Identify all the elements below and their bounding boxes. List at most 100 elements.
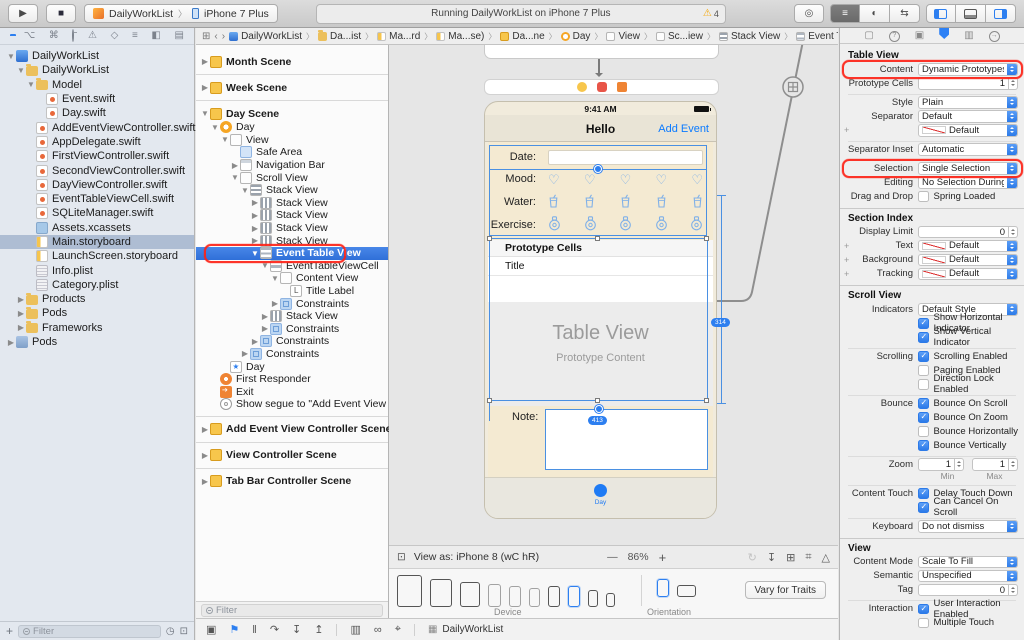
back-button[interactable]: ‹ (214, 31, 217, 42)
file-row-sqlitemanager-swift[interactable]: SQLiteManager.swift (0, 206, 194, 220)
disclosure-arrow[interactable]: ▶ (16, 309, 26, 318)
table-height-constraint-badge[interactable]: 314 (711, 318, 730, 327)
scheme-selector[interactable]: DailyWorkList 〉 iPhone 7 Plus (84, 4, 278, 23)
file-row-dailyworklist[interactable]: ▼ DailyWorkList (0, 49, 194, 63)
circle-button[interactable]: ◎ (793, 4, 824, 23)
disclosure-arrow[interactable]: ▶ (16, 323, 26, 332)
version-editor-button[interactable]: ⇆ (889, 4, 920, 23)
file-row-secondviewcontroller-swift[interactable]: SecondViewController.swift (0, 163, 194, 177)
file-row-day-swift[interactable]: Day.swift (0, 106, 194, 120)
form-row-water[interactable]: Water: (488, 192, 713, 212)
tablet-device-icon[interactable] (460, 582, 480, 607)
disclosure-arrow[interactable]: ▼ (220, 135, 230, 144)
selection-handle[interactable] (595, 236, 600, 241)
outline-row-event-table-view[interactable]: ▼ Event Table View (196, 243, 388, 263)
first-responder-dock-icon[interactable] (596, 82, 607, 92)
add-color-button[interactable]: + (844, 255, 849, 265)
breadcrumb-item[interactable]: Da...ne (500, 31, 545, 42)
forward-button[interactable]: › (222, 31, 225, 42)
outline-row-stack-view[interactable]: ▶ Stack View (196, 310, 388, 323)
outline-row-stack-view[interactable]: ▶ Stack View (196, 222, 388, 235)
outline-row-month-scene[interactable]: ▶ Month Scene (196, 54, 388, 69)
exercise-icon[interactable] (690, 216, 703, 234)
checkbox-scrolling-enabled[interactable] (918, 351, 929, 362)
display-limit-stepper[interactable] (1009, 225, 1018, 238)
scm-status-icon[interactable]: ⊡ (180, 626, 188, 637)
step-out-icon[interactable]: ↥ (314, 623, 323, 636)
select-editing[interactable]: No Selection During Editing (918, 176, 1018, 189)
day-view-controller-scene[interactable]: 9:41 AM Hello Add Event Date: Mood: ♡ ♡ ♡ ♡ ♡ W… (484, 101, 717, 519)
simulate-location-icon[interactable]: ⌖ (395, 623, 401, 636)
select-color[interactable]: Default (918, 124, 1018, 137)
checkbox-spring-loaded[interactable] (918, 191, 929, 202)
orientation-portrait[interactable] (657, 579, 669, 597)
disclosure-arrow[interactable]: ▶ (260, 324, 270, 333)
water-cup-icon[interactable] (548, 194, 559, 211)
test-navigator-icon[interactable]: ◇ (111, 31, 119, 41)
assistant-editor-button[interactable]: ◐ (859, 4, 890, 23)
exercise-icon[interactable] (548, 216, 561, 234)
disclosure-arrow[interactable]: ▶ (250, 211, 260, 220)
selection-handle[interactable] (487, 398, 492, 403)
debug-view-hierarchy-icon[interactable]: ▥ (350, 623, 360, 636)
outline-row-view-controller-scene[interactable]: ▶ View Controller Scene (196, 448, 388, 463)
disclosure-arrow[interactable]: ▶ (200, 451, 210, 460)
exercise-icon[interactable] (619, 216, 632, 234)
device-config-icon[interactable]: ⊡ (397, 551, 406, 563)
disclosure-arrow[interactable]: ▼ (260, 261, 270, 270)
outline-row-constraints[interactable]: ▶ Constraints (196, 347, 388, 361)
file-row-frameworks[interactable]: ▶ Frameworks (0, 321, 194, 335)
outline-row-safe-area[interactable]: Safe Area (196, 146, 388, 159)
water-cup-icon[interactable] (620, 194, 631, 211)
phone-device-icon[interactable] (606, 593, 615, 607)
outline-row-scroll-view[interactable]: ▼ Scroll View (196, 171, 388, 184)
navigation-bar[interactable]: Hello Add Event (485, 115, 716, 142)
select-content[interactable]: Dynamic Prototypes (918, 63, 1018, 76)
select-style[interactable]: Plain (918, 96, 1018, 109)
previous-scene-fragment[interactable] (484, 45, 719, 59)
navigator-filter-field[interactable]: Filter (18, 624, 161, 638)
note-constraint-dot[interactable] (595, 405, 603, 413)
breadcrumb-item[interactable]: Event Table View (796, 31, 838, 42)
checkbox-bounce-horizontally[interactable] (918, 426, 929, 437)
file-row-eventtableviewcell-swift[interactable]: EventTableViewCell.swift (0, 192, 194, 206)
selection-handle[interactable] (595, 398, 600, 403)
date-text-field[interactable] (548, 149, 703, 165)
identity-inspector-icon[interactable]: ▣ (915, 30, 924, 42)
file-row-info-plist[interactable]: Info.plist (0, 263, 194, 277)
file-row-main-storyboard[interactable]: Main.storyboard (0, 234, 194, 250)
select-semantic[interactable]: Unspecified (918, 569, 1018, 582)
exercise-icon[interactable] (655, 216, 668, 234)
checkbox-bounce-on-scroll[interactable] (918, 398, 929, 409)
note-text-view[interactable] (545, 409, 708, 470)
add-color-button[interactable]: + (844, 269, 849, 279)
tag-value[interactable]: 0 (918, 583, 1009, 596)
disclosure-arrow[interactable]: ▼ (270, 274, 280, 283)
debug-navigator-icon[interactable]: ≡ (132, 31, 138, 41)
select-background[interactable]: Default (918, 253, 1018, 266)
disclosure-arrow[interactable]: ▶ (230, 161, 240, 170)
embed-in-stack-icon[interactable]: ↧ (767, 551, 776, 564)
update-frames-icon[interactable]: ↻ (748, 551, 757, 564)
recent-files-icon[interactable]: ◷ (166, 626, 175, 637)
tab-bar[interactable]: Day (485, 477, 716, 518)
disclosure-arrow[interactable]: ▼ (26, 80, 36, 89)
checkbox-show-horizontal-indicator[interactable] (918, 318, 929, 329)
tablet-device-icon[interactable] (397, 575, 422, 607)
phone-device-icon[interactable] (588, 590, 598, 607)
disclosure-arrow[interactable]: ▼ (210, 123, 220, 132)
issue-navigator-icon[interactable]: ⚠ (88, 31, 97, 41)
select-separator-inset[interactable]: Automatic (918, 143, 1018, 156)
related-items-icon[interactable]: ⊞ (202, 31, 210, 42)
phone-device-icon[interactable] (488, 584, 501, 607)
view-as-label[interactable]: View as: iPhone 8 (wC hR) (414, 551, 539, 563)
file-row-pods[interactable]: ▶ Pods (0, 335, 194, 349)
outline-row-show-segue-to-add-event-view-c-[interactable]: Show segue to "Add Event View C... (196, 398, 405, 411)
find-navigator-icon[interactable] (72, 29, 75, 42)
pin-icon[interactable]: ⌗ (805, 551, 811, 564)
zoom-out-button[interactable]: — (607, 551, 618, 563)
size-inspector-icon[interactable]: ▥ (964, 30, 973, 42)
disclosure-arrow[interactable]: ▶ (250, 198, 260, 207)
interface-builder-canvas[interactable]: 9:41 AM Hello Add Event Date: Mood: ♡ ♡ ♡ ♡ ♡ W… (389, 45, 838, 618)
disclosure-arrow[interactable]: ▼ (200, 109, 210, 118)
